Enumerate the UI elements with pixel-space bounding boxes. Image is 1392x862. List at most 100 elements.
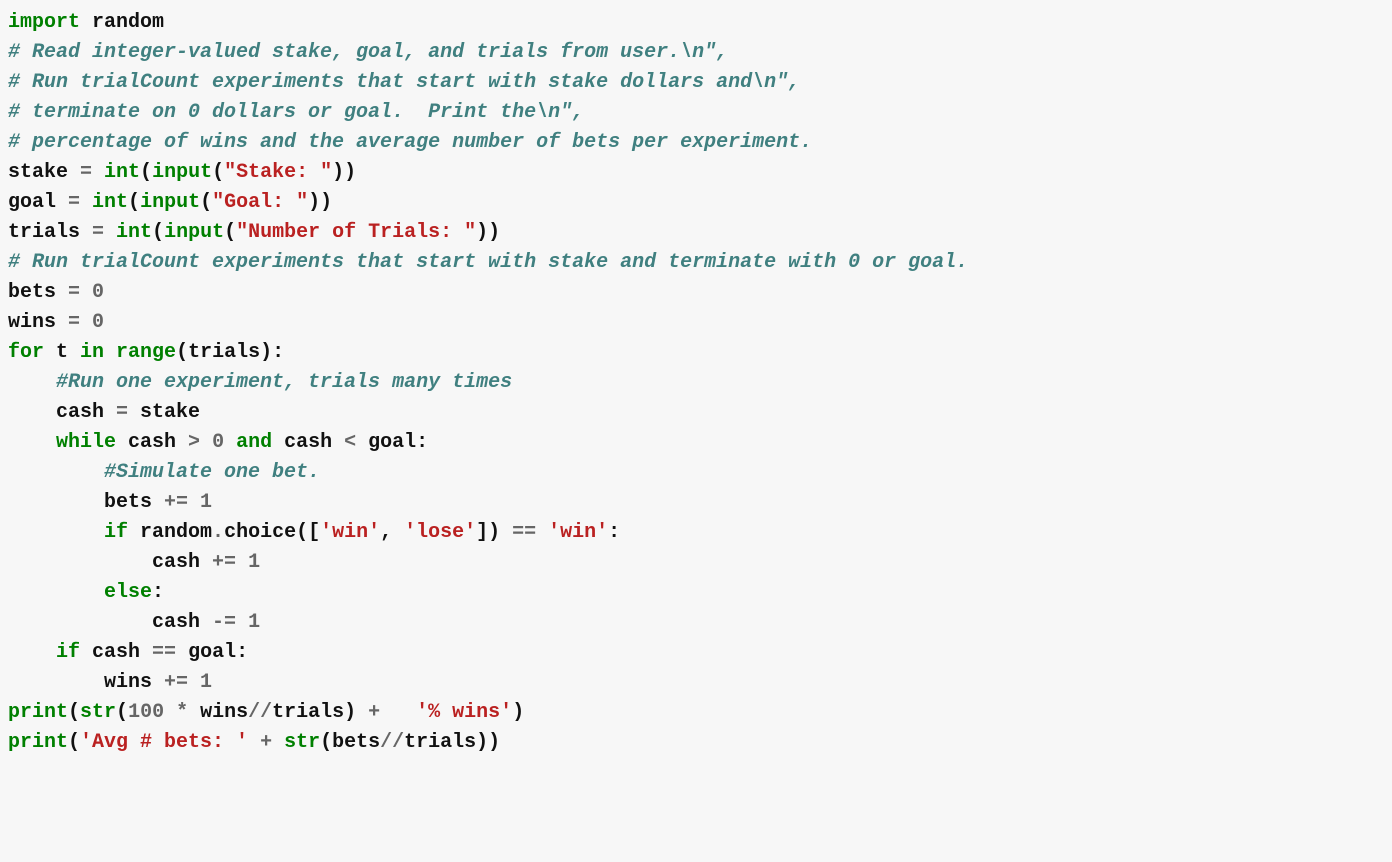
indent xyxy=(8,641,56,664)
operator: > xyxy=(188,431,200,454)
paren: ( xyxy=(212,161,224,184)
comment-line: # Run trialCount experiments that start … xyxy=(8,71,800,94)
number: 100 xyxy=(128,701,164,724)
variable: cash xyxy=(116,431,188,454)
colon: : xyxy=(152,581,164,604)
comment-line: # terminate on 0 dollars or goal. Print … xyxy=(8,101,584,124)
colon: : xyxy=(608,521,620,544)
builtin-input: input xyxy=(152,161,212,184)
paren: ( xyxy=(128,191,140,214)
operator: -= xyxy=(212,611,236,634)
variable: cash xyxy=(272,431,344,454)
builtin-str: str xyxy=(80,701,116,724)
paren: )) xyxy=(332,161,356,184)
number: 1 xyxy=(236,611,260,634)
string-literal: "Number of Trials: " xyxy=(236,221,476,244)
variable: goal: xyxy=(176,641,248,664)
keyword-for: for xyxy=(8,341,44,364)
keyword-if: if xyxy=(56,641,80,664)
indent xyxy=(8,401,56,424)
variable: trials xyxy=(188,341,260,364)
paren: ) xyxy=(512,701,524,724)
builtin-print: print xyxy=(8,701,68,724)
variable: trials xyxy=(8,221,92,244)
operator: + xyxy=(368,701,380,724)
keyword-if: if xyxy=(104,521,128,544)
string-literal: 'win' xyxy=(536,521,608,544)
method-call: choice([ xyxy=(224,521,320,544)
operator: == xyxy=(152,641,176,664)
comment-line: #Run one experiment, trials many times xyxy=(8,371,512,394)
variable: bets xyxy=(332,731,380,754)
paren: ( xyxy=(176,341,188,364)
variable: t xyxy=(44,341,80,364)
operator: = xyxy=(68,191,80,214)
paren: ( xyxy=(224,221,236,244)
variable: cash xyxy=(80,641,152,664)
operator: += xyxy=(212,551,236,574)
indent xyxy=(8,581,104,604)
number: 1 xyxy=(188,671,212,694)
paren: ): xyxy=(260,341,284,364)
number: 1 xyxy=(188,491,212,514)
builtin-input: input xyxy=(164,221,224,244)
operator: + xyxy=(248,731,272,754)
paren: ( xyxy=(320,731,332,754)
string-literal: 'lose' xyxy=(404,521,476,544)
keyword-while: while xyxy=(56,431,116,454)
comment-line: # percentage of wins and the average num… xyxy=(8,131,812,154)
variable: cash xyxy=(56,401,116,424)
variable: bets xyxy=(8,281,68,304)
number: 0 xyxy=(200,431,224,454)
paren: ( xyxy=(68,701,80,724)
indent xyxy=(8,671,104,694)
string-literal: "Stake: " xyxy=(224,161,332,184)
string-literal: 'Avg # bets: ' xyxy=(80,731,248,754)
operator: // xyxy=(380,731,404,754)
variable: stake xyxy=(128,401,200,424)
variable: stake xyxy=(8,161,80,184)
operator: = xyxy=(116,401,128,424)
variable: cash xyxy=(152,611,212,634)
variable: trials)) xyxy=(404,731,500,754)
number: 0 xyxy=(80,281,104,304)
indent xyxy=(8,551,152,574)
paren: ( xyxy=(152,221,164,244)
comment-line: #Simulate one bet. xyxy=(8,461,320,484)
operator: = xyxy=(68,281,80,304)
keyword-else: else xyxy=(104,581,152,604)
keyword-in: in xyxy=(80,341,104,364)
indent xyxy=(8,491,104,514)
code-block: import random # Read integer-valued stak… xyxy=(8,8,1384,758)
variable: wins xyxy=(188,701,248,724)
operator: * xyxy=(164,701,188,724)
variable: cash xyxy=(152,551,212,574)
variable: wins xyxy=(8,311,68,334)
module-name: random xyxy=(92,11,164,34)
indent xyxy=(8,611,152,634)
builtin-print: print xyxy=(8,731,68,754)
operator: = xyxy=(80,161,92,184)
string-literal: "Goal: " xyxy=(212,191,308,214)
string-literal: 'win' xyxy=(320,521,380,544)
identifier: random xyxy=(128,521,212,544)
operator: . xyxy=(212,521,224,544)
variable: wins xyxy=(104,671,164,694)
builtin-input: input xyxy=(140,191,200,214)
operator: < xyxy=(344,431,356,454)
operator: = xyxy=(92,221,104,244)
variable: goal xyxy=(8,191,68,214)
paren: )) xyxy=(308,191,332,214)
paren: ( xyxy=(116,701,128,724)
indent xyxy=(8,521,104,544)
builtin-int: int xyxy=(92,161,140,184)
operator: // xyxy=(248,701,272,724)
operator: += xyxy=(164,491,188,514)
operator: = xyxy=(68,311,80,334)
builtin-int: int xyxy=(104,221,152,244)
keyword-and: and xyxy=(224,431,272,454)
paren: )) xyxy=(476,221,500,244)
variable: trials) xyxy=(272,701,368,724)
string-literal: '% wins' xyxy=(380,701,512,724)
variable: goal: xyxy=(356,431,428,454)
